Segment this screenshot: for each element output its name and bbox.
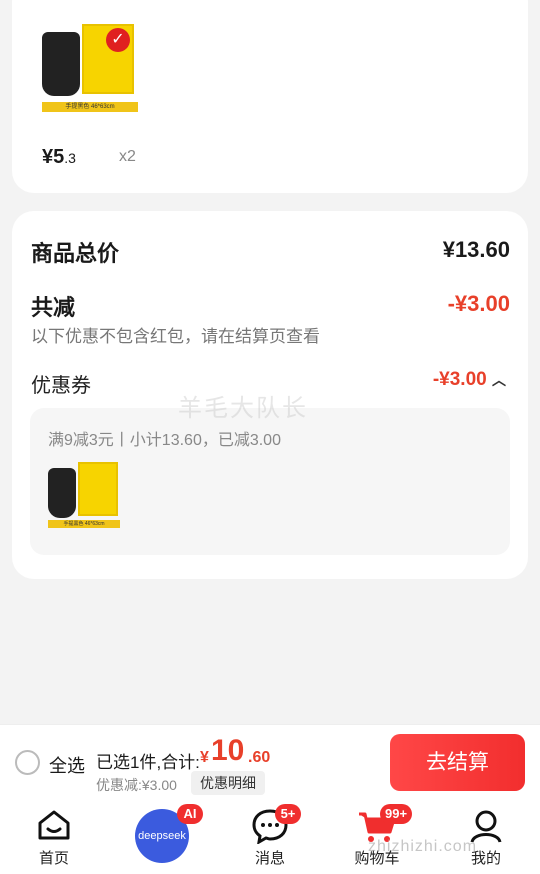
tab-cart[interactable]: 99+ 购物车: [332, 800, 422, 874]
total-price-value: ¥13.60: [442, 237, 510, 262]
ai-badge: AI: [177, 804, 203, 824]
select-all-radio[interactable]: [15, 750, 40, 775]
coupon-value: -¥3.00: [432, 369, 487, 390]
discount-detail-button[interactable]: 优惠明细: [191, 771, 265, 795]
coupon-detail-box: 满9减3元丨小计13.60，已减3.00 手提黑色 46*63cm: [30, 408, 510, 555]
selected-check-icon[interactable]: ✓: [106, 28, 130, 52]
tab-messages[interactable]: 5+ 消息: [225, 800, 315, 874]
coupon-toggle[interactable]: -¥3.00 ︿: [433, 369, 506, 391]
total-price-label: 商品总价: [31, 241, 120, 266]
tab-messages-label: 消息: [254, 850, 285, 867]
messages-badge: 5+: [275, 804, 301, 824]
checkout-bar: 全选 已选1件,合计: ¥ 10 .60 优惠减:¥3.00 优惠明细 去结算: [0, 724, 540, 800]
reduction-label: 共减: [31, 295, 76, 320]
item-price: ¥5.3: [42, 146, 76, 168]
home-icon: [38, 810, 70, 840]
discount-note: 以下优惠不包含红包，请在结算页查看: [31, 327, 320, 346]
black-bag-image: [48, 468, 76, 518]
coupon-description: 满9减3元丨小计13.60，已减3.00: [48, 432, 281, 449]
coupon-label: 优惠券: [31, 375, 91, 397]
tab-home[interactable]: 首页: [9, 800, 99, 874]
pack-label: 手提黑色 46*63cm: [48, 520, 120, 528]
reduction-value: -¥3.00: [447, 291, 510, 316]
tab-home-label: 首页: [38, 850, 69, 867]
yellow-pack-image: [78, 462, 118, 516]
tab-me[interactable]: 我的: [441, 800, 531, 874]
cart-badge: 99+: [380, 804, 413, 824]
bottom-tab-bar: 首页 deepseek AI 5+ 消息 99+ 购物车 我的: [0, 800, 540, 874]
total-amount-integer: 10: [211, 734, 245, 767]
selected-summary: 已选1件,合计:: [96, 753, 200, 772]
total-currency: ¥: [200, 749, 209, 766]
product-thumbnail[interactable]: ✓ 手提黑色 46*63cm: [42, 18, 138, 118]
coupon-product-thumbnail: 手提黑色 46*63cm: [48, 458, 120, 532]
watermark: 羊毛大队长: [178, 395, 308, 422]
product-card: ✓ 手提黑色 46*63cm ¥5.3 x2: [12, 0, 528, 193]
select-all-label[interactable]: 全选: [49, 752, 85, 778]
total-amount-decimal: .60: [248, 749, 271, 766]
site-watermark: zhizhizhi.com: [368, 838, 478, 855]
pack-label: 手提黑色 46*63cm: [42, 102, 138, 112]
black-bag-image: [42, 32, 80, 96]
chevron-up-icon: ︿: [492, 372, 506, 388]
checkout-button[interactable]: 去结算: [390, 734, 525, 791]
discount-amount: 优惠减:¥3.00: [96, 777, 177, 793]
item-quantity: x2: [119, 148, 136, 165]
